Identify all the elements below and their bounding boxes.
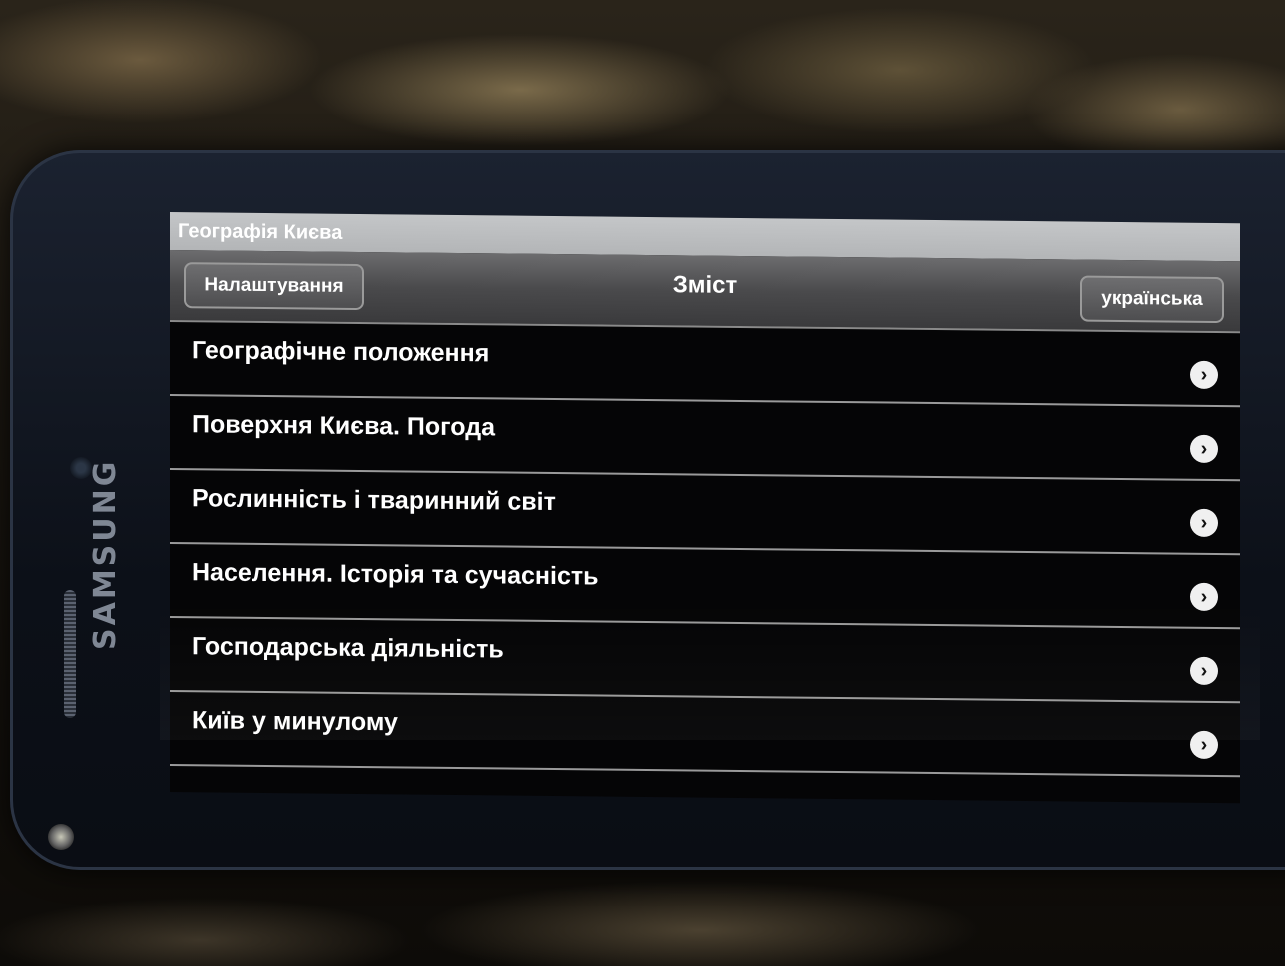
chevron-right-icon: › [1190,582,1218,611]
chevron-right-icon: › [1190,656,1218,685]
list-item-label: Київ у минулому [192,706,398,737]
list-item-population-history[interactable]: Населення. Історія та сучасність › [170,544,1240,630]
proximity-sensor [48,824,74,850]
chevron-right-icon: › [1190,434,1218,463]
list-item-geographic-position[interactable]: Географічне положення › [170,322,1240,408]
photo-background: SAMSUNG Географія Києва Зміст Налаштуван… [0,0,1285,966]
list-item-label: Господарська діяльність [192,632,504,664]
list-item-label: Населення. Історія та сучасність [192,558,599,591]
contents-list: Географічне положення › Поверхня Києва. … [170,322,1240,778]
earpiece-speaker [64,590,76,718]
brand-logo: SAMSUNG [88,458,123,650]
chevron-right-icon: › [1190,360,1218,389]
list-item-label: Поверхня Києва. Погода [192,410,495,442]
language-button[interactable]: українська [1080,275,1224,324]
app-title: Географія Києва [178,220,343,244]
list-item-flora-fauna[interactable]: Рослинність і тваринний світ › [170,470,1240,556]
list-item-label: Рослинність і тваринний світ [192,484,556,517]
settings-button[interactable]: Налаштування [184,262,364,311]
list-item-economy[interactable]: Господарська діяльність › [170,618,1240,704]
list-item-kyiv-past[interactable]: Київ у минулому › [170,692,1240,778]
list-item-label: Географічне положення [192,336,490,368]
navigation-bar: Зміст Налаштування українська [170,250,1240,334]
chevron-right-icon: › [1190,508,1218,537]
chevron-right-icon: › [1190,730,1218,759]
list-item-surface-weather[interactable]: Поверхня Києва. Погода › [170,396,1240,482]
app-screen: Географія Києва Зміст Налаштування украї… [170,212,1240,804]
